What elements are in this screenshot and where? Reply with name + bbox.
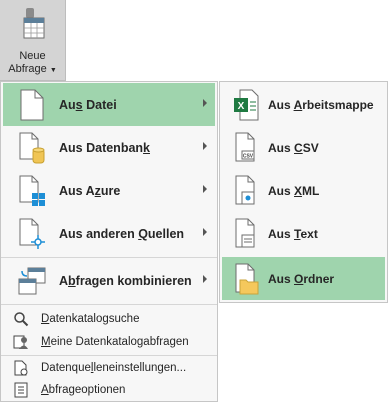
menu-item-from-azure[interactable]: Aus Azure <box>3 169 215 212</box>
combine-icon <box>18 267 46 294</box>
submenu-arrow-icon <box>203 142 207 150</box>
menu-separator <box>1 355 217 356</box>
xml-icon <box>235 175 255 204</box>
menu-item-label: Abfragen kombinieren <box>59 273 192 288</box>
svg-text:X: X <box>238 101 245 112</box>
menu-item-label: Datenkatalogsuche <box>41 313 140 325</box>
my-catalog-icon <box>13 335 28 349</box>
azure-file-icon <box>19 175 45 206</box>
menu-item-combine-queries[interactable]: Abfragen kombinieren <box>3 259 215 302</box>
submenu-item-label: Aus CSV <box>268 140 319 155</box>
datasource-settings-icon <box>14 360 28 376</box>
new-query-label-line1: Neue <box>19 50 46 62</box>
from-file-submenu: X Aus Arbeitsmappe CSV Aus CSV Aus XML A… <box>219 81 388 303</box>
menu-item-label: Abfrageoptionen <box>41 384 126 396</box>
menu-item-label: Datenquelleneinstellungen... <box>41 362 187 374</box>
menu-item-label: Aus anderen Quellen <box>59 226 185 241</box>
menu-item-label: Aus Azure <box>59 183 121 198</box>
menu-item-label: Aus Datei <box>59 97 117 112</box>
svg-text:CSV: CSV <box>243 153 254 159</box>
submenu-item-label: Aus XML <box>268 183 320 198</box>
menu-item-my-catalog-queries[interactable]: Meine Datenkatalogabfragen <box>3 331 215 353</box>
dropdown-arrow-icon: ▼ <box>49 67 57 74</box>
submenu-arrow-icon <box>203 275 207 283</box>
submenu-item-from-xml[interactable]: Aus XML <box>222 169 385 212</box>
excel-icon: X <box>234 89 259 120</box>
menu-separator <box>1 257 217 258</box>
database-table-icon <box>23 8 45 39</box>
submenu-arrow-icon <box>203 228 207 236</box>
menu-item-from-file[interactable]: Aus Datei <box>3 83 215 126</box>
submenu-arrow-icon <box>203 99 207 107</box>
submenu-arrow-icon <box>203 185 207 193</box>
submenu-item-from-csv[interactable]: CSV Aus CSV <box>222 126 385 169</box>
menu-item-from-other-sources[interactable]: Aus anderen Quellen <box>3 212 215 255</box>
submenu-item-from-text[interactable]: Aus Text <box>222 212 385 255</box>
menu-item-data-source-settings[interactable]: Datenquelleneinstellungen... <box>3 357 215 379</box>
submenu-item-label: Aus Arbeitsmappe <box>268 97 374 112</box>
csv-icon: CSV <box>235 132 255 161</box>
menu-item-query-options[interactable]: Abfrageoptionen <box>3 379 215 401</box>
file-icon <box>20 89 44 120</box>
new-query-menu: Aus Datei Aus Datenbank Aus Azure Aus an… <box>0 81 218 402</box>
catalog-search-icon <box>14 312 29 327</box>
other-source-icon <box>19 218 45 249</box>
new-query-label-line2: Abfrage ▼ <box>8 63 57 75</box>
query-options-icon <box>14 382 28 398</box>
text-file-icon <box>235 218 255 247</box>
menu-item-label: Aus Datenbank <box>59 140 150 155</box>
folder-icon <box>235 263 259 294</box>
menu-item-from-database[interactable]: Aus Datenbank <box>3 126 215 169</box>
submenu-item-label: Aus Ordner <box>268 271 335 286</box>
menu-item-data-catalog-search[interactable]: Datenkatalogsuche <box>3 308 215 330</box>
submenu-item-from-folder[interactable]: Aus Ordner <box>222 257 385 300</box>
database-file-icon <box>19 132 45 163</box>
submenu-item-from-workbook[interactable]: X Aus Arbeitsmappe <box>222 83 385 126</box>
new-query-button[interactable]: Neue Abfrage ▼ <box>0 0 66 81</box>
menu-separator <box>1 304 217 305</box>
menu-item-label: Meine Datenkatalogabfragen <box>41 336 189 348</box>
submenu-item-label: Aus Text <box>268 226 318 241</box>
